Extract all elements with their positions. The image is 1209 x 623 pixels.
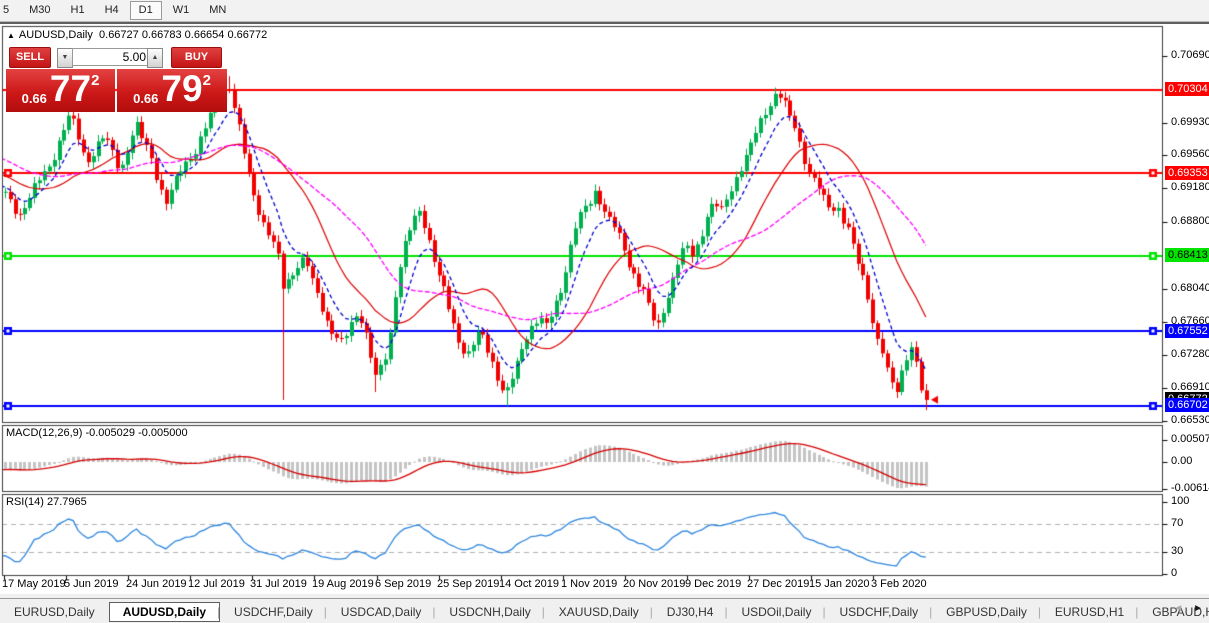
timeframe-button-H1[interactable]: H1	[62, 1, 94, 20]
sell-button[interactable]: SELL	[9, 47, 51, 68]
timeframe-button-H4[interactable]: H4	[96, 1, 128, 20]
date-label: 5 Jun 2019	[64, 578, 118, 590]
tab-eurusd-daily[interactable]: EURUSD,Daily	[0, 602, 109, 622]
tab-usdchf-daily[interactable]: USDCHF,Daily	[825, 602, 932, 622]
rsi-tick-label: 0	[1171, 567, 1177, 579]
collapse-panel-icon[interactable]: ▲	[7, 31, 15, 40]
date-label: 15 Jan 2020	[809, 578, 870, 590]
volume-decrease-button[interactable]: ▼	[57, 48, 73, 68]
volume-increase-button[interactable]: ▲	[147, 48, 163, 68]
symbol-title: ▲ AUDUSD,Daily 0.66727 0.66783 0.66654 0.…	[7, 29, 267, 41]
buy-price-big: 79	[161, 69, 202, 112]
timeframe-button-W1[interactable]: W1	[164, 1, 199, 20]
price-tick-label: 0.68800	[1171, 215, 1209, 227]
tab-usdcad-daily[interactable]: USDCAD,Daily	[327, 602, 436, 622]
rsi-tick-label: 100	[1171, 495, 1189, 507]
price-tick-label: 0.69560	[1171, 148, 1209, 160]
date-label: 20 Nov 2019	[623, 578, 685, 590]
date-label: 24 Jun 2019	[126, 578, 187, 590]
price-tick-label: 0.66910	[1171, 381, 1209, 393]
date-label: 6 Sep 2019	[375, 578, 431, 590]
date-label: 1 Nov 2019	[561, 578, 617, 590]
level-price-label: 0.66702	[1165, 398, 1209, 412]
date-label: 27 Dec 2019	[747, 578, 809, 590]
timeframe-button-D1[interactable]: D1	[130, 1, 162, 20]
price-tick-label: 0.70690	[1171, 49, 1209, 61]
macd-tick-label: -0.006148	[1171, 482, 1209, 494]
level-price-label: 0.67552	[1165, 324, 1209, 338]
rsi-tick-label: 30	[1171, 545, 1183, 557]
price-tick-label: 0.69930	[1171, 116, 1209, 128]
date-label: 17 May 2019	[2, 578, 66, 590]
tab-xauusd-daily[interactable]: XAUUSD,Daily	[545, 602, 653, 622]
macd-tick-label: 0.00	[1171, 455, 1192, 467]
symbol-name: AUDUSD,Daily	[19, 29, 93, 41]
date-label: 31 Jul 2019	[250, 578, 307, 590]
tab-usdchf-daily[interactable]: USDCHF,Daily	[220, 602, 327, 622]
date-label: 25 Sep 2019	[437, 578, 499, 590]
buy-price-sup: 2	[203, 69, 211, 89]
tab-scroll-right-icon[interactable]: ►	[1193, 603, 1203, 614]
rsi-tick-label: 70	[1171, 517, 1183, 529]
tab-dj30-h4[interactable]: DJ30,H4	[653, 602, 728, 622]
price-tick-label: 0.68040	[1171, 282, 1209, 294]
tab-usdoil-daily[interactable]: USDOil,Daily	[727, 602, 825, 622]
timeframe-button-5[interactable]: 5	[0, 1, 18, 20]
tab-usdcnh-daily[interactable]: USDCNH,Daily	[435, 602, 544, 622]
buy-button[interactable]: BUY	[171, 47, 222, 68]
tab-gbpusd-daily[interactable]: GBPUSD,Daily	[932, 602, 1041, 622]
buy-quote-button[interactable]: 0.66792	[117, 69, 227, 112]
macd-indicator-label: MACD(12,26,9) -0.005029 -0.005000	[6, 427, 188, 439]
date-label: 3 Feb 2020	[871, 578, 927, 590]
rsi-indicator-label: RSI(14) 27.7965	[6, 496, 87, 508]
timeframe-button-M30[interactable]: M30	[20, 1, 59, 20]
level-price-label: 0.70304	[1165, 82, 1209, 96]
mt4-terminal: 5M30H1H4D1W1MN ▲ AUDUSD,Daily 0.66727 0.6…	[0, 0, 1209, 623]
chart-window: ▲ AUDUSD,Daily 0.66727 0.66783 0.66654 0.…	[0, 22, 1209, 600]
date-label: 14 Oct 2019	[499, 578, 559, 590]
date-label: 12 Jul 2019	[188, 578, 245, 590]
chart-tab-bar: EURUSD,DailyAUDUSD,DailyUSDCHF,DailyUSDC…	[0, 598, 1209, 623]
tab-eurusd-h1[interactable]: EURUSD,H1	[1041, 602, 1138, 622]
level-price-label: 0.68413	[1165, 248, 1209, 262]
tab-scroll-left-icon[interactable]: ◄	[1173, 603, 1183, 614]
tab-audusd-daily[interactable]: AUDUSD,Daily	[109, 602, 220, 622]
price-tick-label: 0.66530	[1171, 414, 1209, 426]
price-tick-label: 0.67280	[1171, 348, 1209, 360]
sell-price-big: 77	[50, 69, 91, 112]
ohlc-values: 0.66727 0.66783 0.66654 0.66772	[99, 29, 267, 41]
level-price-label: 0.69353	[1165, 166, 1209, 180]
sell-price-sup: 2	[91, 69, 99, 89]
price-tick-label: 0.69180	[1171, 181, 1209, 193]
timeframe-button-MN[interactable]: MN	[200, 1, 235, 20]
date-label: 9 Dec 2019	[685, 578, 741, 590]
macd-tick-label: 0.005076	[1171, 433, 1209, 445]
buy-price-prefix: 0.66	[133, 91, 158, 112]
volume-field[interactable]	[72, 48, 151, 66]
sell-price-prefix: 0.66	[22, 91, 47, 112]
sell-quote-button[interactable]: 0.66772	[6, 69, 115, 112]
timeframe-toolbar: 5M30H1H4D1W1MN	[0, 0, 1209, 22]
date-label: 19 Aug 2019	[312, 578, 374, 590]
